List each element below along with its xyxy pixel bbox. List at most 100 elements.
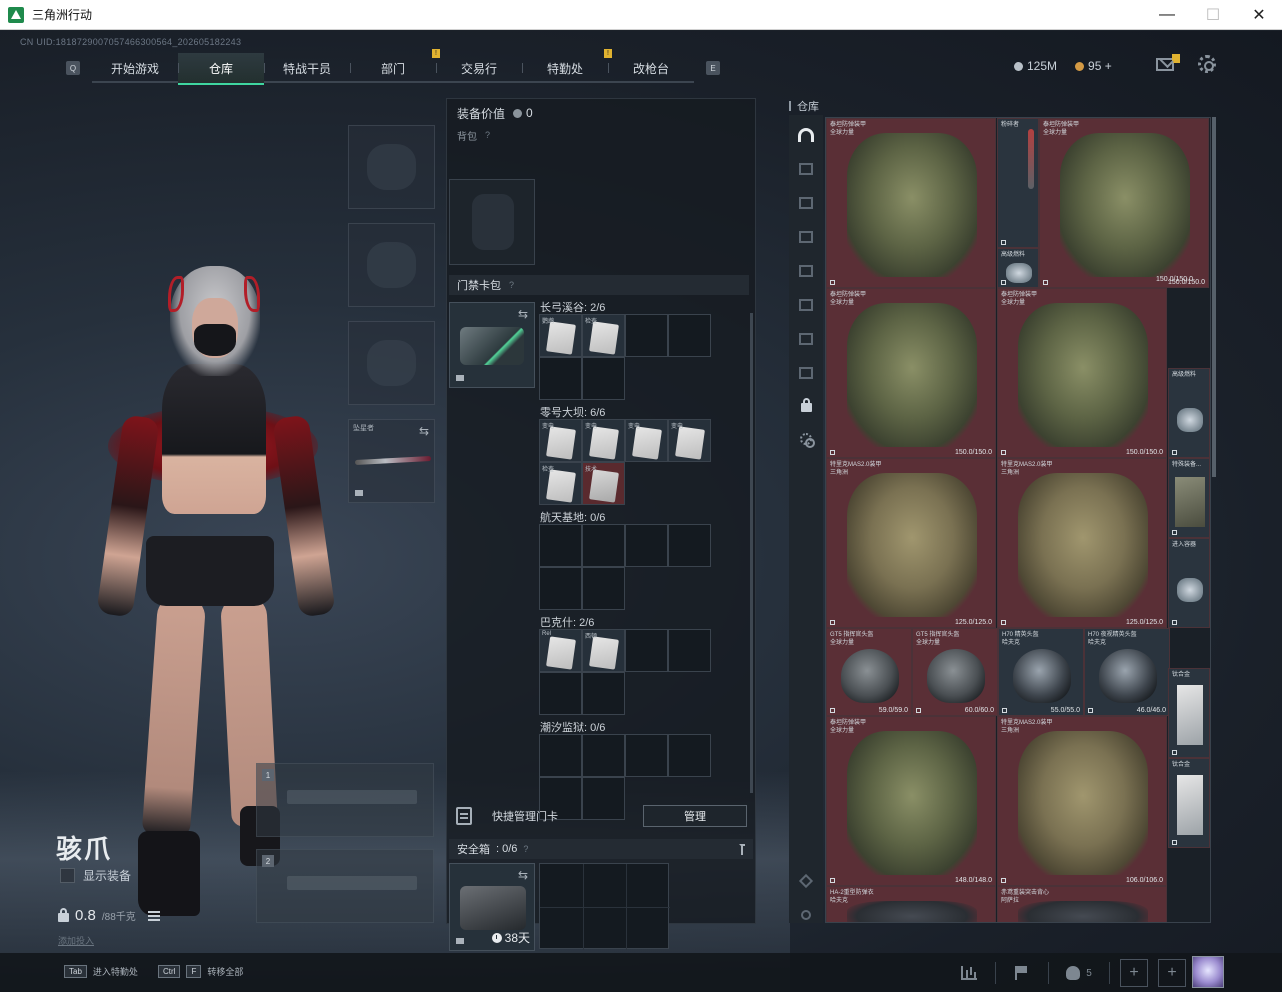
warehouse-tab[interactable] <box>796 193 816 213</box>
avatar[interactable] <box>1192 956 1224 988</box>
tab-3[interactable]: 部门! <box>350 49 440 83</box>
warehouse-tab[interactable] <box>796 261 816 281</box>
nav-prev-key[interactable]: Q <box>66 61 80 75</box>
gear-icon[interactable] <box>1198 55 1216 73</box>
keycard-item[interactable]: 变电 <box>625 419 668 462</box>
keycard-empty-slot[interactable] <box>625 524 668 567</box>
keycard-item[interactable]: Rel <box>539 629 582 672</box>
warehouse-item[interactable]: 钛合金 <box>1168 758 1210 848</box>
warehouse-item[interactable]: 钛合金 <box>1168 668 1210 758</box>
warehouse-item[interactable]: HA-2重型防弹衣 哈夫克 <box>826 886 996 922</box>
warehouse-item[interactable]: 特里克MAS2.0装甲 三角洲 125.0/125.0 <box>826 458 996 628</box>
keycard-item[interactable]: 变电 <box>539 419 582 462</box>
keycard-empty-slot[interactable] <box>582 567 625 610</box>
maximize-button[interactable]: ☐ <box>1190 0 1236 30</box>
keycard-item[interactable]: 技术 <box>582 462 625 505</box>
add-gold-button[interactable]: + <box>1105 59 1112 73</box>
warehouse-item[interactable]: 特里克MAS2.0装甲 三角洲 106.0/106.0 <box>997 716 1167 886</box>
manage-button[interactable]: 管理 <box>643 805 747 827</box>
invite-slot-button[interactable]: + <box>1158 959 1186 987</box>
keycard-item[interactable]: 变电 <box>582 419 625 462</box>
warehouse-item[interactable]: 高级燃料 <box>997 248 1039 288</box>
hint-transfer-all[interactable]: Ctrl F 转移全部 <box>158 965 243 978</box>
weight-details-icon[interactable] <box>147 910 160 921</box>
primary-weapon-slot-2[interactable]: 2 <box>256 849 434 923</box>
safe-box-grid[interactable] <box>539 863 670 950</box>
warehouse-lock-tab[interactable] <box>796 395 816 415</box>
tab-4[interactable]: 交易行 <box>436 53 522 83</box>
warehouse-item[interactable]: 特殊装备... <box>1168 458 1210 538</box>
warehouse-item[interactable]: H70 夜视精英头盔 哈夫克 46.0/46.0 <box>1084 628 1170 716</box>
keycard-empty-slot[interactable] <box>625 629 668 672</box>
warehouse-tab[interactable] <box>796 329 816 349</box>
nav-next-key[interactable]: E <box>706 61 720 75</box>
warehouse-item[interactable]: 粉碎者 <box>997 118 1039 248</box>
warehouse-layers-tab[interactable] <box>796 871 816 891</box>
flag-button[interactable] <box>1006 960 1038 986</box>
warehouse-item[interactable]: 进入容器 <box>1168 538 1210 628</box>
helmet-slot[interactable] <box>348 125 435 209</box>
keycard-item[interactable]: 鹦鹉 <box>539 314 582 357</box>
warehouse-item[interactable]: 泰坦防弹装甲 全球力量 148.0/148.0 <box>826 716 996 886</box>
pistol-slot[interactable] <box>348 321 435 405</box>
add-link[interactable]: 添加投入 <box>58 934 94 947</box>
stats-button[interactable] <box>953 960 985 986</box>
warehouse-home-tab[interactable] <box>796 125 816 145</box>
primary-weapon-slot-1[interactable]: 1 <box>256 763 434 837</box>
friends-button[interactable]: 5 <box>1059 960 1099 986</box>
keycard-empty-slot[interactable] <box>625 314 668 357</box>
show-equipment-checkbox[interactable] <box>60 868 75 883</box>
keycard-empty-slot[interactable] <box>582 734 625 777</box>
keycard-case-slot[interactable]: ⇆ <box>449 302 535 388</box>
help-icon[interactable]: ? <box>523 844 528 854</box>
hint-enter-special[interactable]: Tab 进入特勤处 <box>64 965 138 978</box>
keycard-empty-slot[interactable] <box>582 357 625 400</box>
warehouse-item[interactable]: GT5 指挥官头盔 全球力量 60.0/60.0 <box>912 628 998 716</box>
keycard-empty-slot[interactable] <box>539 672 582 715</box>
warehouse-item[interactable]: GT5 指挥官头盔 全球力量 59.0/59.0 <box>826 628 912 716</box>
gold-currency[interactable]: 95 + <box>1075 59 1112 73</box>
keycard-item[interactable]: 检查 <box>539 462 582 505</box>
warehouse-item[interactable]: 高级燃料 <box>1168 368 1210 458</box>
warehouse-item[interactable]: 泰坦防弹装甲 全球力量 150.0/150.0 <box>1039 118 1209 288</box>
warehouse-item[interactable]: 泰坦防弹装甲 全球力量 <box>826 118 996 288</box>
mail-icon[interactable] <box>1156 53 1180 71</box>
swap-icon[interactable]: ⇆ <box>518 307 528 321</box>
backpack-slot[interactable] <box>449 179 535 265</box>
warehouse-tab[interactable] <box>796 295 816 315</box>
keycard-empty-slot[interactable] <box>582 524 625 567</box>
swap-icon[interactable]: ⇆ <box>419 424 429 438</box>
silver-currency[interactable]: 125M <box>1014 59 1057 73</box>
warehouse-tab[interactable] <box>796 363 816 383</box>
armor-slot[interactable] <box>348 223 435 307</box>
keycard-empty-slot[interactable] <box>668 629 711 672</box>
warehouse-item[interactable]: 赤鸢重装突击背心 阿萨拉 <box>997 886 1167 922</box>
show-equipment-toggle[interactable]: 显示装备 <box>60 867 131 884</box>
swap-icon[interactable]: ⇆ <box>518 868 528 882</box>
keycard-item[interactable]: 西顿 <box>582 629 625 672</box>
warehouse-item[interactable]: 特里克MAS2.0装甲 三角洲 125.0/125.0 <box>997 458 1167 628</box>
tab-2[interactable]: 特战干员 <box>264 53 350 83</box>
loadout-scrollbar[interactable] <box>750 313 753 793</box>
safe-box-slot[interactable]: ⇆ 38天 <box>449 863 535 951</box>
warehouse-item[interactable]: 泰坦防弹装甲 全球力量 150.0/150.0 <box>997 288 1167 458</box>
keycard-empty-slot[interactable] <box>539 357 582 400</box>
pin-icon[interactable] <box>739 844 745 855</box>
warehouse-tab[interactable] <box>796 227 816 247</box>
help-icon[interactable]: ? <box>485 130 490 140</box>
keycard-empty-slot[interactable] <box>668 314 711 357</box>
close-button[interactable]: ✕ <box>1236 0 1282 30</box>
invite-slot-button[interactable]: + <box>1120 959 1148 987</box>
tab-5[interactable]: 特勤处! <box>522 49 612 83</box>
warehouse-scrollbar[interactable] <box>1212 117 1216 477</box>
keycard-item[interactable]: 检查 <box>582 314 625 357</box>
tab-0[interactable]: 开始游戏 <box>92 53 178 83</box>
keycard-empty-slot[interactable] <box>539 734 582 777</box>
keycard-empty-slot[interactable] <box>582 672 625 715</box>
minimize-button[interactable]: — <box>1144 0 1190 30</box>
help-icon[interactable]: ? <box>509 280 514 290</box>
keycard-empty-slot[interactable] <box>539 567 582 610</box>
tab-1[interactable]: 仓库 <box>178 53 264 85</box>
warehouse-item[interactable]: H70 精英头盔 哈夫克 55.0/55.0 <box>998 628 1084 716</box>
keycard-item[interactable]: 变电 <box>668 419 711 462</box>
